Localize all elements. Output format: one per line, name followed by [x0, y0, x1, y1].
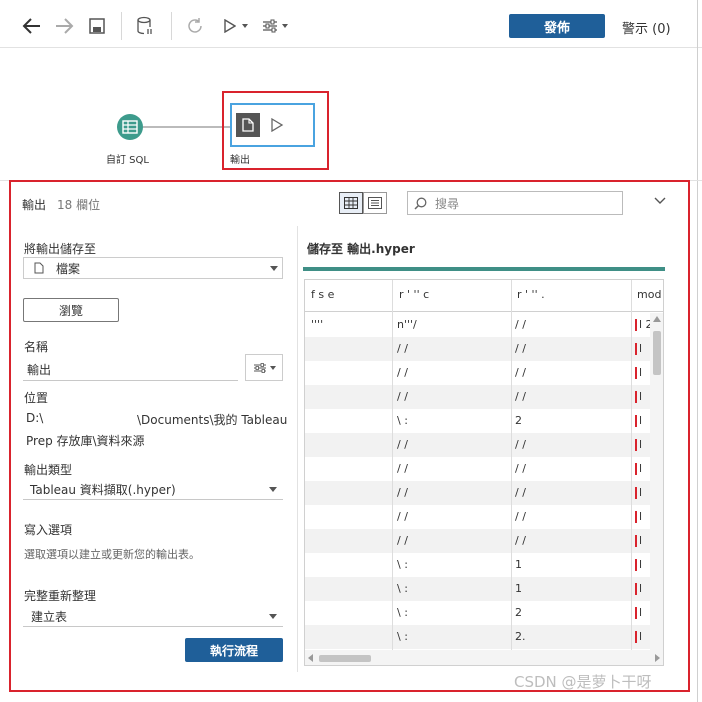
sliders-icon [263, 19, 277, 33]
forward-button[interactable] [52, 14, 76, 38]
chevron-down-icon [242, 24, 248, 28]
refresh-button[interactable] [184, 14, 206, 38]
toolbar-divider [171, 12, 172, 40]
table-icon [122, 120, 138, 134]
highlight-output-node [222, 91, 329, 170]
publish-button[interactable]: 發佈 [509, 14, 605, 38]
arrow-left-icon [22, 18, 40, 34]
run-flow-toolbar-button[interactable] [218, 14, 254, 38]
tableau-prep-window: 發佈 警示 (0) 自訂 SQL 輸出 輸出 18 欄位 搜尋 將輸出儲存至 檔… [0, 0, 702, 702]
play-icon [224, 19, 236, 33]
save-icon [89, 18, 105, 34]
chevron-down-icon [282, 24, 288, 28]
refresh-icon [188, 18, 202, 33]
alerts-button[interactable]: 警示 (0) [622, 18, 671, 37]
highlight-output-panel [9, 180, 690, 692]
custom-sql-node[interactable] [117, 114, 143, 140]
toolbar-divider [121, 12, 122, 40]
save-button[interactable] [86, 14, 108, 38]
toolbar-divider-line [0, 47, 702, 48]
window-right-edge [697, 0, 698, 702]
database-icon [137, 16, 152, 35]
add-data-button[interactable] [134, 14, 156, 38]
watermark: CSDN @是萝卜干呀 [514, 673, 652, 691]
filter-settings-button[interactable] [258, 14, 292, 38]
custom-sql-label: 自訂 SQL [106, 155, 149, 166]
back-button[interactable] [20, 14, 44, 38]
arrow-right-icon [56, 18, 74, 34]
flow-connector [143, 126, 231, 128]
